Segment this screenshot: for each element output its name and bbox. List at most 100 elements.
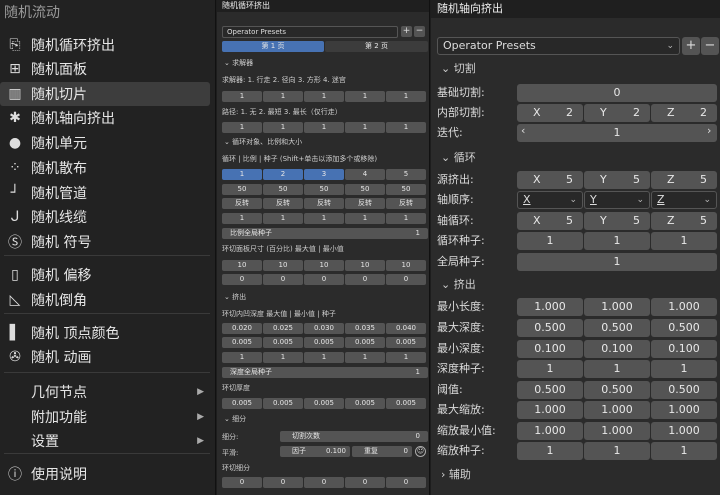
menu-item-3[interactable]: ✱ 随机轴向挤出 [0,106,210,130]
global-seed-field[interactable]: 1 [517,253,717,271]
value-cell[interactable]: 10 [345,260,385,271]
extrude-section-header[interactable]: ⌄ 挤出 [224,292,246,302]
value-cell[interactable]: 1 [222,352,262,363]
inner_vals-cell[interactable]: Y2 [584,104,650,122]
value-cell[interactable]: 1 [263,213,303,224]
value-cell[interactable]: 1 [304,352,344,363]
menu-item-1[interactable]: ⊞ 随机面板 [0,57,210,81]
maxs_vals-cell[interactable]: 1.000 [517,401,583,419]
dseed_vals-cell[interactable]: 1 [651,360,717,378]
value-cell[interactable]: 0 [222,477,262,488]
value-cell[interactable]: 0.005 [263,398,303,409]
axloop_vals-cell[interactable]: Z5 [651,212,717,230]
mins_vals-cell[interactable]: 1.000 [651,422,717,440]
menu-item-9[interactable]: ▯ 随机 偏移 [0,263,210,287]
minlen_vals-cell[interactable]: 1.000 [584,298,650,316]
value-cell[interactable]: 0.005 [386,398,426,409]
loop-section-header[interactable]: ⌄ 循环对象、比例和大小 [224,137,302,147]
value-cell[interactable]: 1 [263,122,303,133]
value-cell[interactable]: 反转 [263,198,303,209]
menu-item-12[interactable]: ✇ 随机 动画 [0,345,210,369]
menu-item-7[interactable]: ᒍ 随机线缆 [0,205,210,229]
subdivide-section-header[interactable]: ⌄ 细分 [224,414,246,424]
value-cell[interactable]: 10 [263,260,303,271]
maxd_vals-cell[interactable]: 0.500 [517,319,583,337]
solver-section-header[interactable]: ⌄ 求解器 [224,58,253,68]
aux-section-header[interactable]: › 辅助 [441,466,471,482]
menu-item-6[interactable]: ┘ 随机管道 [0,181,210,205]
value-cell[interactable]: 1 [345,122,385,133]
axis-order-dropdown[interactable]: Y ⌄ [584,191,650,209]
repeat-field[interactable]: 重复 0 [352,446,412,457]
menu-item-10[interactable]: ◺ 随机倒角 [0,288,210,312]
value-cell[interactable]: 3 [304,169,344,180]
mins_vals-cell[interactable]: 1.000 [517,422,583,440]
value-cell[interactable]: 反转 [345,198,385,209]
value-cell[interactable]: 50 [304,184,344,195]
value-cell[interactable]: 0.005 [304,337,344,348]
preset-dropdown-3[interactable]: Operator Presets ⌄ [437,37,680,55]
value-cell[interactable]: 0 [386,274,426,285]
menu-item-0[interactable]: ⎘ 随机循环挤出 [0,33,210,57]
minlen_vals-cell[interactable]: 1.000 [517,298,583,316]
value-cell[interactable]: 1 [386,213,426,224]
value-cell[interactable]: 4 [345,169,385,180]
tab-page-1[interactable]: 第 1 页 [222,41,324,52]
value-cell[interactable]: 1 [345,91,385,102]
value-cell[interactable]: 0.005 [386,337,426,348]
sseed_vals-cell[interactable]: 1 [584,442,650,460]
dseed_vals-cell[interactable]: 1 [517,360,583,378]
value-cell[interactable]: 0.005 [345,337,385,348]
mins_vals-cell[interactable]: 1.000 [584,422,650,440]
ext_head-section-header[interactable]: ⌄ 挤出 [441,276,476,292]
loop_head-section-header[interactable]: ⌄ 循环 [441,149,476,165]
iteration-slider[interactable]: 1 [517,124,717,142]
value-cell[interactable]: 0 [263,477,303,488]
value-cell[interactable]: 0 [304,274,344,285]
value-cell[interactable]: 1 [386,91,426,102]
cuts-field[interactable]: 切割次数 0 [280,431,428,442]
add-preset-button[interactable]: + [401,26,412,37]
axloop_vals-cell[interactable]: Y5 [584,212,650,230]
src_vals-cell[interactable]: Y5 [584,171,650,189]
mind_vals-cell[interactable]: 0.100 [517,340,583,358]
remove-preset3-button[interactable]: − [701,37,719,55]
value-cell[interactable]: 1 [304,122,344,133]
menu-item-5[interactable]: ⁘ 随机散布 [0,156,210,180]
value-cell[interactable]: 1 [386,122,426,133]
value-cell[interactable]: 0.005 [304,398,344,409]
value-cell[interactable]: 0.020 [222,323,262,334]
value-cell[interactable]: 1 [263,91,303,102]
value-cell[interactable]: 0.005 [222,398,262,409]
value-cell[interactable]: 1 [345,213,385,224]
value-cell[interactable]: 0.005 [345,398,385,409]
value-cell[interactable]: 0 [345,274,385,285]
thr_vals-cell[interactable]: 0.500 [517,381,583,399]
tab-page-2[interactable]: 第 2 页 [325,41,428,52]
sseed_vals-cell[interactable]: 1 [517,442,583,460]
maxd_vals-cell[interactable]: 0.500 [584,319,650,337]
src_vals-cell[interactable]: Z5 [651,171,717,189]
menu-item-11[interactable]: ▌ 随机 顶点颜色 [0,321,210,345]
value-cell[interactable]: 1 [304,91,344,102]
axloop_vals-cell[interactable]: X5 [517,212,583,230]
value-cell[interactable]: 10 [222,260,262,271]
value-cell[interactable]: 反转 [222,198,262,209]
value-cell[interactable]: 50 [386,184,426,195]
src_vals-cell[interactable]: X5 [517,171,583,189]
value-cell[interactable]: 0 [304,477,344,488]
value-cell[interactable]: 1 [222,91,262,102]
value-cell[interactable]: 1 [304,213,344,224]
value-cell[interactable]: 1 [386,352,426,363]
maxd_vals-cell[interactable]: 0.500 [651,319,717,337]
value-cell[interactable]: 反转 [386,198,426,209]
value-cell[interactable]: 1 [263,352,303,363]
menu-item-2[interactable]: ▥ 随机切片 [0,82,210,106]
menu-item-13[interactable]: 几何节点 ▶ [0,380,210,404]
value-cell[interactable]: 0.030 [304,323,344,334]
mind_vals-cell[interactable]: 0.100 [651,340,717,358]
axis-order-dropdown[interactable]: X ⌄ [517,191,583,209]
minlen_vals-cell[interactable]: 1.000 [651,298,717,316]
menu-item-4[interactable]: ● 随机单元 [0,131,210,155]
cut-section-header[interactable]: ⌄ 切割 [441,60,476,76]
